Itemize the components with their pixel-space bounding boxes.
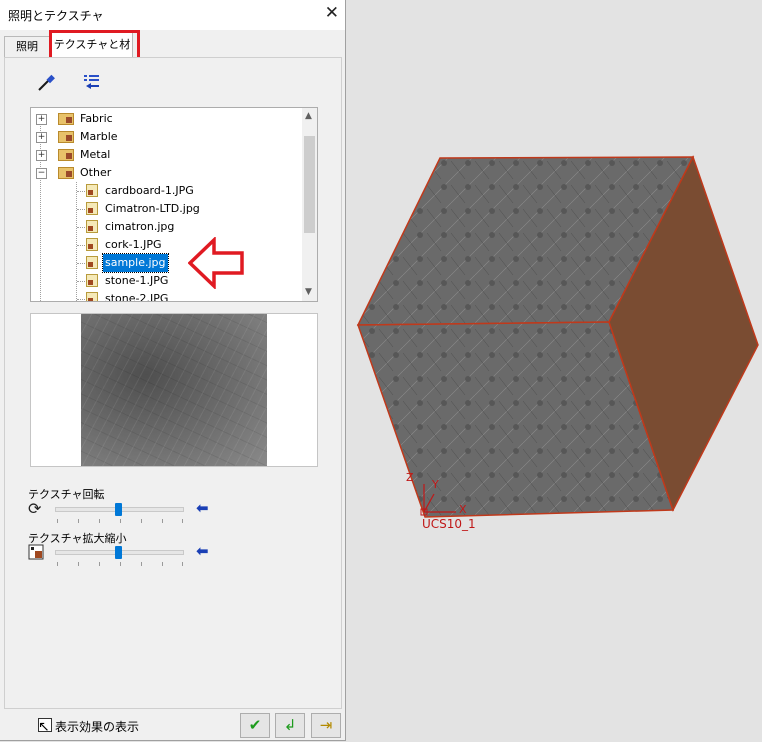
rotation-reset-icon[interactable]: ⬅ — [196, 499, 209, 517]
exit-button[interactable]: ⇥ — [311, 713, 341, 738]
scroll-down-icon[interactable]: ▼ — [305, 287, 312, 297]
metal-texture-image — [81, 314, 267, 466]
scrollbar-thumb[interactable] — [304, 136, 315, 233]
title-bar: 照明とテクスチャ ✕ — [0, 0, 345, 30]
red-arrow-annotation — [188, 237, 244, 289]
scale-icon — [28, 544, 44, 560]
tree-scrollbar[interactable]: ▲ ▼ — [302, 108, 317, 301]
dialog-title: 照明とテクスチャ — [8, 9, 104, 23]
apply-button[interactable]: ↲ — [275, 713, 305, 738]
close-icon[interactable]: ✕ — [325, 3, 339, 23]
image-file-icon — [86, 238, 98, 251]
ok-button[interactable]: ✔ — [240, 713, 270, 738]
axis-z-label: Z — [406, 471, 414, 484]
eyedropper-icon[interactable] — [36, 73, 56, 93]
show-effect-label: 表示効果の表示 — [55, 720, 140, 734]
tab-lighting[interactable]: 照明 — [4, 36, 50, 57]
image-file-icon — [86, 184, 98, 197]
texture-preview — [30, 313, 318, 467]
ucs-label: UCS10_1 — [422, 517, 476, 531]
image-file-icon — [86, 202, 98, 215]
list-arrow-icon[interactable] — [82, 73, 102, 93]
texture-dialog: 照明とテクスチャ ✕ 照明 テクスチャと材質 + Fabric + Marble… — [0, 0, 346, 741]
scale-slider-thumb[interactable] — [115, 546, 122, 559]
scroll-up-icon[interactable]: ▲ — [305, 111, 312, 121]
rotation-slider-thumb[interactable] — [115, 503, 122, 516]
mouse-cursor-icon: ↖ — [38, 719, 50, 735]
folder-icon — [58, 131, 74, 143]
textured-cube[interactable] — [355, 155, 760, 520]
axis-x-label: X — [459, 503, 467, 516]
image-file-icon — [86, 292, 98, 301]
texture-tree[interactable]: + Fabric + Marble + Metal − Other cardbo… — [30, 107, 318, 302]
folder-icon — [58, 149, 74, 161]
image-file-icon — [86, 220, 98, 233]
scale-reset-icon[interactable]: ⬅ — [196, 542, 209, 560]
image-file-icon — [86, 256, 98, 269]
open-folder-icon — [58, 167, 74, 179]
folder-icon — [58, 113, 74, 125]
rotate-icon: ⟳ — [28, 499, 42, 518]
image-file-icon — [86, 274, 98, 287]
axis-y-label: Y — [432, 478, 439, 491]
